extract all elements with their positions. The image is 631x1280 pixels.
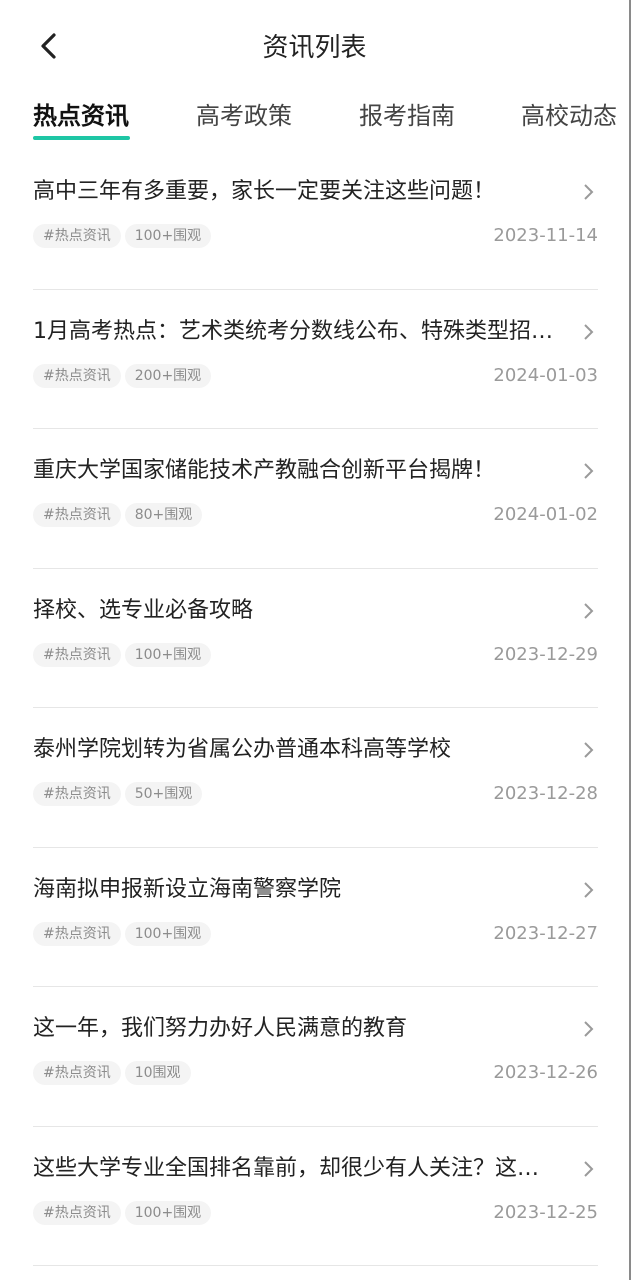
category-tag: #热点资讯 xyxy=(33,782,121,806)
publish-date: 2024-01-03 xyxy=(493,364,598,386)
chevron-right-icon xyxy=(584,1160,594,1177)
chevron-right-icon xyxy=(584,602,594,619)
views-badge: 200+围观 xyxy=(124,363,212,388)
tab-exam-policy[interactable]: 高考政策 xyxy=(196,98,292,134)
views-badge: 100+围观 xyxy=(124,642,212,667)
chevron-right-icon xyxy=(584,1021,594,1037)
chevron-right-icon xyxy=(584,323,594,340)
news-title: 这一年，我们努力办好人民满意的教育 xyxy=(33,1016,408,1041)
category-tag: #热点资讯 xyxy=(33,503,121,527)
news-title: 高中三年有多重要，家长一定要关注这些问题！ xyxy=(33,179,496,204)
list-item[interactable]: 泰州学院划转为省属公办普通本科高等学校 #热点资讯 50+围观 2023-12-… xyxy=(33,708,598,848)
tab-university-news[interactable]: 高校动态 xyxy=(521,98,617,134)
publish-date: 2023-12-28 xyxy=(493,783,598,804)
news-title: 1月高考热点：艺术类统考分数线公布、特殊类型招生报名启动 xyxy=(33,318,553,344)
views-badge: 50+围观 xyxy=(124,782,203,806)
page-title: 资讯列表 xyxy=(262,33,367,63)
tab-hot-news[interactable]: 热点资讯 xyxy=(33,98,129,134)
views-badge: 100+围观 xyxy=(124,1200,212,1225)
active-tab-indicator xyxy=(33,136,130,140)
news-title: 重庆大学国家储能技术产教融合创新平台揭牌！ xyxy=(33,458,496,483)
category-tag: #热点资讯 xyxy=(33,1200,121,1225)
tab-application-guide[interactable]: 报考指南 xyxy=(359,98,455,134)
news-title: 海南拟申报新设立海南警察学院 xyxy=(33,876,342,902)
chevron-right-icon xyxy=(584,742,594,758)
news-title: 择校、选专业必备攻略 xyxy=(33,597,254,623)
category-tag: #热点资讯 xyxy=(33,921,121,946)
publish-date: 2023-12-26 xyxy=(493,1062,598,1083)
chevron-right-icon xyxy=(584,463,594,479)
chevron-right-icon xyxy=(584,881,594,898)
category-tag: #热点资讯 xyxy=(33,642,121,667)
list-item[interactable]: 海南拟申报新设立海南警察学院 #热点资讯 100+围观 2023-12-27 xyxy=(33,848,598,987)
category-tag: #热点资讯 xyxy=(33,363,121,388)
views-badge: 100+围观 xyxy=(124,921,212,946)
views-badge: 100+围观 xyxy=(124,224,212,248)
list-item[interactable]: 重庆大学国家储能技术产教融合创新平台揭牌！ #热点资讯 80+围观 2024-0… xyxy=(33,429,598,569)
news-list: 高中三年有多重要，家长一定要关注这些问题！ #热点资讯 100+围观 2023-… xyxy=(33,150,598,1266)
publish-date: 2023-12-29 xyxy=(493,643,598,665)
publish-date: 2023-11-14 xyxy=(493,225,598,246)
list-item[interactable]: 高中三年有多重要，家长一定要关注这些问题！ #热点资讯 100+围观 2023-… xyxy=(33,150,598,290)
list-item[interactable]: 1月高考热点：艺术类统考分数线公布、特殊类型招生报名启动 #热点资讯 200+围… xyxy=(33,290,598,429)
views-badge: 10围观 xyxy=(124,1061,191,1085)
views-badge: 80+围观 xyxy=(124,503,203,527)
chevron-right-icon xyxy=(584,184,594,200)
category-tag: #热点资讯 xyxy=(33,224,121,248)
list-item[interactable]: 这一年，我们努力办好人民满意的教育 #热点资讯 10围观 2023-12-26 xyxy=(33,987,598,1127)
list-item[interactable]: 这些大学专业全国排名靠前，却很少有人关注？这份名单请收好 #热点资讯 100+围… xyxy=(33,1127,598,1266)
publish-date: 2023-12-25 xyxy=(493,1201,598,1223)
news-title: 这些大学专业全国排名靠前，却很少有人关注？这份名单请收好 xyxy=(33,1155,553,1181)
publish-date: 2023-12-27 xyxy=(493,922,598,944)
category-tabs: 热点资讯 高考政策 报考指南 高校动态 xyxy=(0,96,629,146)
publish-date: 2024-01-02 xyxy=(493,504,598,525)
app-header: 资讯列表 xyxy=(0,0,629,96)
category-tag: #热点资讯 xyxy=(33,1061,121,1085)
news-title: 泰州学院划转为省属公办普通本科高等学校 xyxy=(33,737,452,762)
list-item[interactable]: 择校、选专业必备攻略 #热点资讯 100+围观 2023-12-29 xyxy=(33,569,598,708)
